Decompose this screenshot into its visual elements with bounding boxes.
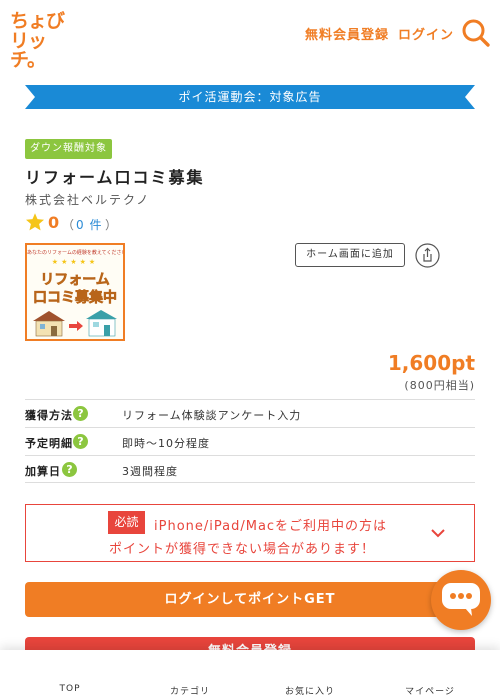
info-row-credit-date: 加算日 ? 3週間程度 <box>25 455 475 483</box>
header-signup-link[interactable]: 無料会員登録 <box>305 24 389 43</box>
houses-illustration <box>33 310 117 337</box>
chat-bubble-icon <box>442 583 480 616</box>
info-row-acquisition: 獲得方法 ? リフォーム体験談アンケート入力 <box>25 399 475 427</box>
help-icon[interactable]: ? <box>62 462 77 477</box>
chobirich-logo[interactable]: ちょび リッチ。 <box>10 10 70 70</box>
chat-button[interactable] <box>431 570 491 630</box>
thumbnail-title-line1: リフォーム <box>40 272 110 289</box>
info-label: 加算日 <box>25 465 61 478</box>
header-login-link[interactable]: ログイン <box>398 24 454 43</box>
add-to-home-button[interactable]: ホーム画面に追加 <box>295 243 405 267</box>
reward-info-table: 獲得方法 ? リフォーム体験談アンケート入力 予定明細 ? 即時～10分程度 加… <box>25 399 475 483</box>
nav-label: カテゴリ <box>169 687 210 697</box>
apple-device-warning[interactable]: 必読 iPhone/iPad/Macをご利用中の方は ポイントが獲得できない場合… <box>25 504 475 562</box>
rating-paren-open: （ <box>62 218 75 232</box>
nav-item-mypage[interactable]: マイページ <box>370 650 490 700</box>
share-icon[interactable] <box>415 243 440 268</box>
search-icon[interactable] <box>461 18 491 48</box>
thumbnail-stars: ★★★★★ <box>51 258 99 266</box>
info-label: 予定明細 <box>25 437 73 450</box>
info-label: 獲得方法 <box>25 409 73 422</box>
nav-label: TOP <box>59 684 81 694</box>
nav-item-favorites[interactable]: お気に入り <box>250 650 370 700</box>
down-reward-badge: ダウン報酬対象 <box>25 139 112 159</box>
thumbnail-title-line2: 口コミ募集中 <box>33 290 118 307</box>
company-name: 株式会社ベルテクノ <box>25 193 151 207</box>
star-icon <box>26 213 44 231</box>
ad-title: リフォーム口コミ募集 <box>25 168 205 187</box>
logo-text-line1: ちょび <box>10 10 65 32</box>
reward-yen-equivalent: (800円相当) <box>404 379 475 392</box>
chevron-down-icon <box>431 529 445 538</box>
logo-text-line2: リッチ。 <box>10 30 47 71</box>
login-get-points-button[interactable]: ログインしてポイントGET <box>25 582 475 617</box>
info-value: 3週間程度 <box>122 465 178 478</box>
reward-points: 1,600pt <box>387 351 475 375</box>
header: ちょび リッチ。 無料会員登録 ログイン <box>0 0 500 70</box>
review-count-link[interactable]: 0 件 <box>76 216 102 233</box>
rating-paren-close: ） <box>105 218 118 232</box>
info-value: 即時～10分程度 <box>122 437 210 450</box>
info-value: リフォーム体験談アンケート入力 <box>122 409 302 422</box>
help-icon[interactable]: ? <box>73 434 88 449</box>
help-icon[interactable]: ? <box>73 406 88 421</box>
warning-text-line1: iPhone/iPad/Macをご利用中の方は <box>154 519 388 534</box>
campaign-ribbon[interactable]: ポイ活運動会：対象広告 <box>25 85 475 109</box>
nav-label: お気に入り <box>284 687 335 697</box>
thumbnail-caption: あなたのリフォームの経験を教えてください <box>27 250 125 256</box>
ribbon-text: ポイ活運動会：対象広告 <box>178 90 322 104</box>
ad-thumbnail: あなたのリフォームの経験を教えてください ★★★★★ リフォーム 口コミ募集中 <box>25 243 125 341</box>
nav-item-top[interactable]: TOP <box>10 650 130 700</box>
warning-text-line2: ポイントが獲得できない場合があります！ <box>109 542 376 557</box>
info-row-schedule: 予定明細 ? 即時～10分程度 <box>25 427 475 455</box>
must-read-tag: 必読 <box>108 511 145 534</box>
rating-score: 0 <box>48 213 60 232</box>
nav-item-category[interactable]: カテゴリ <box>130 650 250 700</box>
nav-label: マイページ <box>405 687 455 697</box>
bottom-nav: TOP カテゴリ お気に入り マイページ <box>0 650 500 700</box>
